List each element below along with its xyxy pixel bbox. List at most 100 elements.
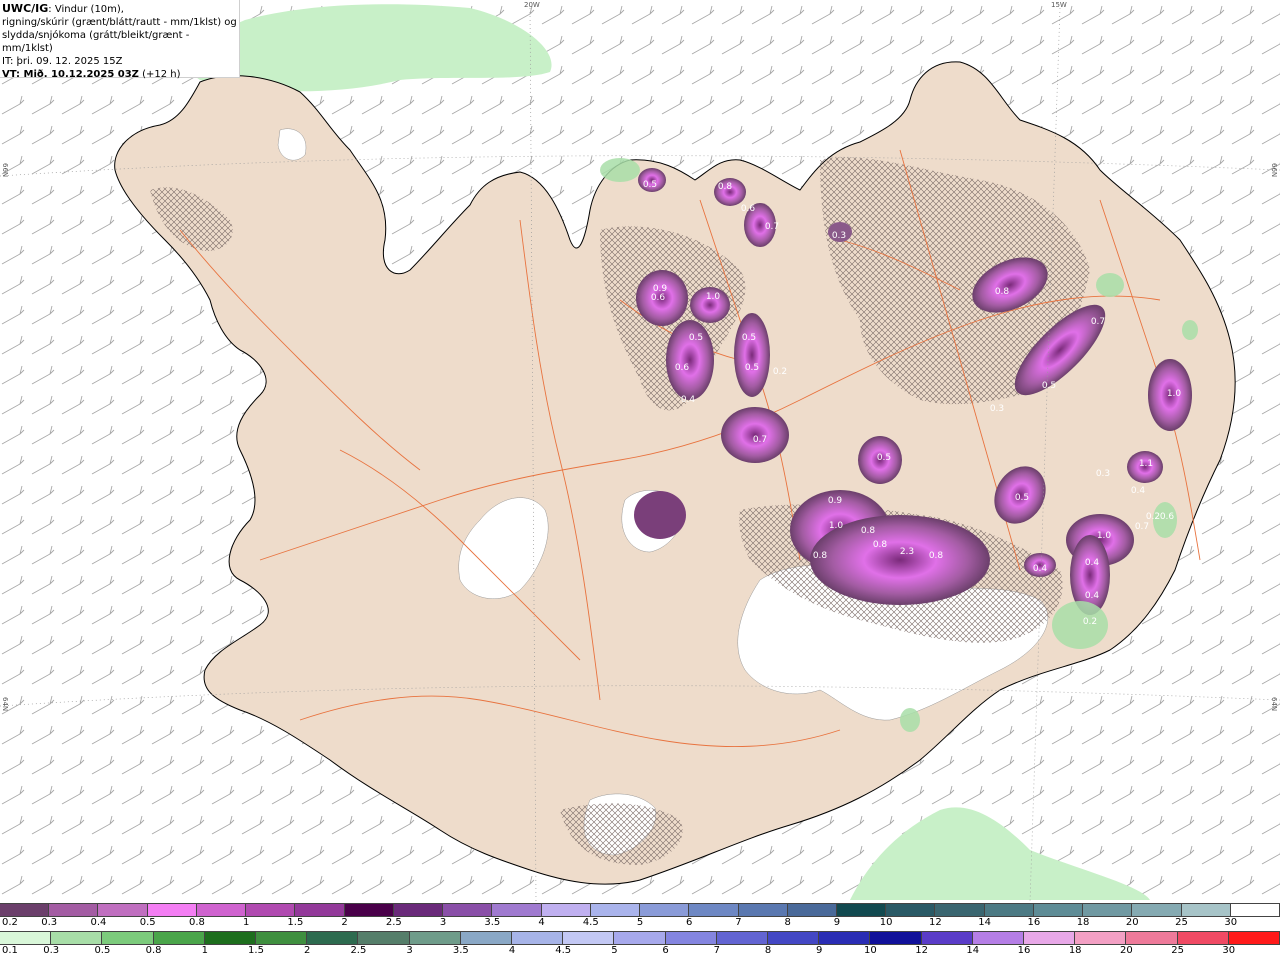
snow-colorbar-swatch bbox=[393, 904, 444, 916]
snow-colorbar-tick-label: 5 bbox=[636, 917, 644, 928]
rain-colorbar-tick-label: 5 bbox=[611, 945, 618, 956]
rain-colorbar-swatch bbox=[768, 932, 820, 944]
snow-colorbar-labels: 0.2 0.3 0.4 0.5 0.8 1 1.5 2 2.5 3 3.5 4 4.5 5 6 7 8 9 10 12… bbox=[0, 917, 1280, 931]
rain-colorbar-swatch bbox=[1228, 932, 1280, 944]
snow-colorbar-swatch bbox=[1033, 904, 1084, 916]
rain-colorbar-tick-label: 12 bbox=[915, 945, 928, 956]
rain-colorbar-swatch bbox=[256, 932, 308, 944]
rain-colorbar-tick-label: 3 bbox=[406, 945, 413, 956]
lat-label-66n-left: 66N bbox=[1, 163, 9, 178]
snow-colorbar-tick-label: 12 bbox=[929, 917, 942, 928]
snow-colorbar-tick-label: 3.5 bbox=[484, 917, 501, 928]
rain-colorbar-labels: 0.1 0.3 0.5 0.8 1 1.5 2 2.5 3 3.5 4 4.5 5 6 7 8 9 10 12 14 1… bbox=[0, 945, 1280, 959]
model-name: UWC/IG bbox=[2, 2, 49, 15]
rain-colorbar-tick-label: 2 bbox=[304, 945, 311, 956]
lon-label-20w: 20W bbox=[524, 1, 540, 9]
snow-colorbar-tick-label: 18 bbox=[1076, 917, 1090, 928]
rain-colorbar-tick-label: 6 bbox=[662, 945, 669, 956]
snow-colorbar-tick-label: 0.2 bbox=[2, 917, 18, 928]
snow-colorbar-swatch bbox=[590, 904, 641, 916]
snow-colorbar-swatch bbox=[836, 904, 887, 916]
snow-colorbar-tick-label: 25 bbox=[1175, 917, 1188, 928]
snow-colorbar-swatch bbox=[787, 904, 837, 916]
rain-colorbar-tick-label: 3.5 bbox=[452, 945, 469, 956]
snow-colorbar-swatch bbox=[984, 904, 1034, 916]
rain-colorbar-swatch bbox=[358, 932, 410, 944]
rain-colorbar-swatch bbox=[51, 932, 103, 944]
weather-map bbox=[0, 0, 1280, 902]
snow-colorbar-swatch bbox=[1230, 904, 1280, 916]
title-desc-2: rigning/skúrir (grænt/blátt/rautt - mm/1… bbox=[2, 17, 237, 28]
snow-colorbar-swatch bbox=[98, 904, 148, 916]
snow-colorbar-swatch bbox=[738, 904, 788, 916]
snow-colorbar-tick-label: 20 bbox=[1125, 917, 1139, 928]
title-desc-1: : Vindur (10m), bbox=[48, 4, 124, 15]
snow-colorbar-swatch bbox=[295, 904, 345, 916]
snow-colorbar-swatch bbox=[689, 904, 739, 916]
valid-time-offset: (+12 h) bbox=[138, 69, 181, 80]
rain-colorbar-tick-label: 20 bbox=[1120, 945, 1133, 956]
rain-colorbar-swatch bbox=[870, 932, 922, 944]
snow-colorbar-swatch bbox=[1083, 904, 1133, 916]
rain-colorbar-swatch bbox=[665, 932, 717, 944]
rain-colorbar-tick-label: 30 bbox=[1222, 945, 1236, 956]
snow-colorbar-tick-label: 16 bbox=[1027, 917, 1041, 928]
rain-colorbar-tick-label: 0.8 bbox=[145, 945, 162, 956]
rain-colorbar-tick-label: 4 bbox=[508, 945, 516, 956]
rain-colorbar-tick-label: 8 bbox=[764, 945, 772, 956]
snow-colorbar-tick-label: 0.3 bbox=[41, 917, 58, 928]
snow-colorbar-swatch bbox=[886, 904, 936, 916]
rain-colorbar-tick-label: 14 bbox=[966, 945, 980, 956]
rain-colorbar-swatch bbox=[0, 932, 52, 944]
snow-colorbar-swatch bbox=[1132, 904, 1182, 916]
snow-colorbar-tick-label: 2.5 bbox=[385, 917, 402, 928]
rain-colorbar-tick-label: 18 bbox=[1068, 945, 1082, 956]
rain-colorbar-swatch bbox=[204, 932, 257, 944]
rain-colorbar-swatch bbox=[1177, 932, 1229, 944]
snow-colorbar-tick-label: 1 bbox=[242, 917, 250, 928]
rain-colorbar-tick-label: 1.5 bbox=[248, 945, 264, 956]
rain-colorbar-tick-label: 1 bbox=[201, 945, 208, 956]
rain-colorbar-swatch bbox=[819, 932, 871, 944]
rain-colorbar-tick-label: 10 bbox=[864, 945, 877, 956]
rain-colorbar-tick-label: 25 bbox=[1171, 945, 1184, 956]
initial-time: IT: þri. 09. 12. 2025 15Z bbox=[2, 56, 123, 67]
rain-colorbar-tick-label: 7 bbox=[713, 945, 720, 956]
rain-colorbar-tick-label: 0.3 bbox=[43, 945, 60, 956]
rain-colorbar-swatch bbox=[460, 932, 513, 944]
rain-colorbar-swatch bbox=[614, 932, 666, 944]
rain-colorbar-swatch bbox=[409, 932, 461, 944]
rain-colorbar-swatch bbox=[1024, 932, 1076, 944]
snow-colorbar-tick-label: 7 bbox=[735, 917, 742, 928]
rain-colorbar-tick-label: 2.5 bbox=[350, 945, 367, 956]
snow-colorbar-tick-label: 10 bbox=[879, 917, 893, 928]
lat-label-66n-right: 66N bbox=[1270, 163, 1278, 178]
snow-colorbar-tick-label: 1.5 bbox=[287, 917, 304, 928]
rain-colorbar-swatch bbox=[1075, 932, 1127, 944]
snow-colorbar-swatch bbox=[443, 904, 493, 916]
snow-colorbar-tick-label: 14 bbox=[978, 917, 991, 928]
rain-colorbar-tick-label: 0.5 bbox=[94, 945, 111, 956]
rain-colorbar-swatch bbox=[563, 932, 615, 944]
rain-colorbar-swatch bbox=[153, 932, 205, 944]
rain-colorbar-swatch bbox=[102, 932, 154, 944]
rain-colorbar-swatch bbox=[972, 932, 1025, 944]
snow-colorbar-swatch bbox=[246, 904, 296, 916]
lon-label-15w: 15W bbox=[1051, 1, 1067, 9]
rain-colorbar-tick-label: 16 bbox=[1017, 945, 1031, 956]
snow-colorbar-tick-label: 0.4 bbox=[90, 917, 107, 928]
rain-colorbar-swatch bbox=[716, 932, 769, 944]
lat-label-64n-left: 64N bbox=[1, 697, 9, 712]
rain-colorbar-swatch bbox=[307, 932, 359, 944]
snow-colorbar: 0.2 0.3 0.4 0.5 0.8 1 1.5 2 2.5 3 3.5 4 4.5 5 6 7 8 9 10 12… bbox=[0, 903, 1280, 931]
snow-colorbar-swatch bbox=[0, 904, 50, 916]
snow-colorbar-swatch bbox=[49, 904, 99, 916]
rain-colorbar-swatches bbox=[0, 931, 1280, 945]
map-title-box: UWC/IG: Vindur (10m), rigning/skúrir (gr… bbox=[0, 0, 240, 80]
rain-colorbar-tick-label: 9 bbox=[816, 945, 823, 956]
lat-label-64n-right: 64N bbox=[1270, 697, 1278, 712]
rain-colorbar: 0.1 0.3 0.5 0.8 1 1.5 2 2.5 3 3.5 4 4.5 5 6 7 8 9 10 12 14 1… bbox=[0, 931, 1280, 959]
snow-colorbar-tick-label: 0.5 bbox=[139, 917, 156, 928]
snow-colorbar-swatch bbox=[541, 904, 591, 916]
snow-colorbar-swatch bbox=[935, 904, 985, 916]
